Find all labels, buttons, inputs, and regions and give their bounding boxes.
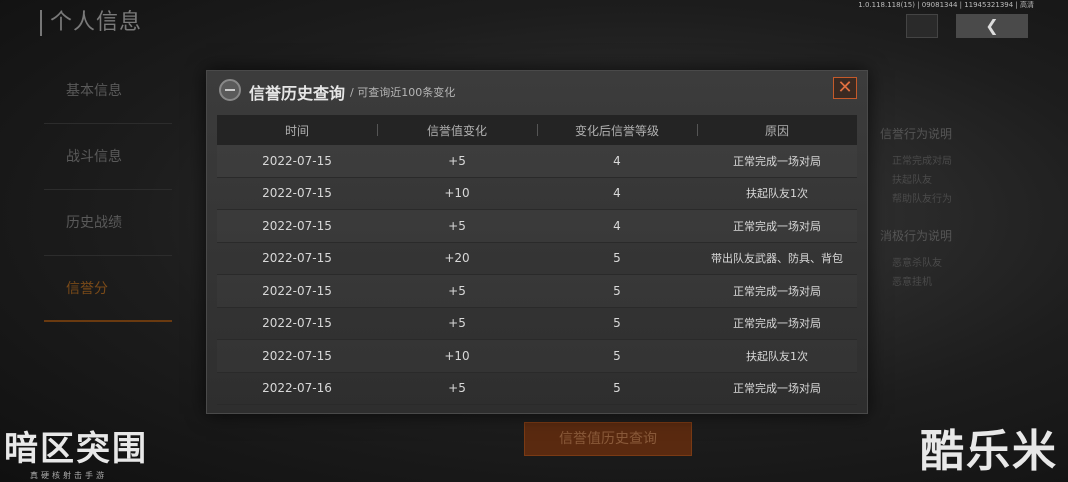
close-icon: ✕ xyxy=(837,77,853,98)
cell-level: 4 xyxy=(613,153,621,168)
page-title: 个人信息 xyxy=(40,10,142,36)
cell-reason: 正常完成一场对局 xyxy=(733,382,821,396)
cell-date: 2022-07-15 xyxy=(262,186,332,201)
table-body: 2022-07-15 +5 4 正常完成一场对局 2022-07-15 +10 … xyxy=(217,145,857,405)
cell-level: 5 xyxy=(613,348,621,363)
table-row: 2022-07-15 +20 5 带出队友武器、防具、背包 xyxy=(217,243,857,275)
cell-change: +10 xyxy=(444,186,470,201)
table-row: 2022-07-15 +5 5 正常完成一场对局 xyxy=(217,275,857,308)
credit-rules-panel: 信誉行为说明 正常完成对局 扶起队友 帮助队友行为 消极行为说明 恶意杀队友 恶… xyxy=(880,125,1030,310)
modal-header: 信誉历史查询 / 可查询近100条变化 ✕ xyxy=(207,71,867,109)
back-button[interactable]: ❮ xyxy=(956,14,1028,38)
cell-reason: 扶起队友1次 xyxy=(746,349,808,363)
cell-date: 2022-07-15 xyxy=(262,348,332,363)
sidebar-item-credit-score[interactable]: 信誉分 xyxy=(44,256,172,322)
cell-change: +5 xyxy=(448,218,466,233)
cell-level: 4 xyxy=(613,218,621,233)
cell-date: 2022-07-15 xyxy=(262,251,332,266)
cell-date: 2022-07-15 xyxy=(262,218,332,233)
cell-level: 5 xyxy=(613,316,621,331)
table-header: 时间 信誉值变化 变化后信誉等级 原因 xyxy=(217,115,857,145)
minus-circle-icon xyxy=(219,79,241,101)
table-row: 2022-07-15 +5 5 正常完成一场对局 xyxy=(217,308,857,340)
column-header-time: 时间 xyxy=(284,123,309,138)
table-row: 2022-07-15 +5 4 正常完成一场对局 xyxy=(217,145,857,178)
cell-date: 2022-07-16 xyxy=(262,381,332,396)
credit-history-query-button[interactable]: 信誉值历史查询 xyxy=(524,422,692,456)
column-header-reason: 原因 xyxy=(697,122,857,139)
cell-reason: 正常完成一场对局 xyxy=(733,219,821,233)
cell-change: +10 xyxy=(444,348,470,363)
rule-line: 恶意挂机 xyxy=(892,277,932,288)
close-button[interactable]: ✕ xyxy=(833,77,857,99)
cell-level: 4 xyxy=(613,186,621,201)
column-header-level: 变化后信誉等级 xyxy=(537,122,697,139)
game-logo-tagline: 真硬核射击手游 xyxy=(30,471,107,480)
sidebar-item-combat-info[interactable]: 战斗信息 xyxy=(44,124,172,190)
game-logo: 暗区突围 xyxy=(4,429,148,469)
cell-reason: 正常完成一场对局 xyxy=(733,154,821,168)
rule-line: 正常完成对局 xyxy=(892,156,952,167)
cell-level: 5 xyxy=(613,251,621,266)
rule-line: 恶意杀队友 xyxy=(892,258,942,269)
modal-subtitle: / 可查询近100条变化 xyxy=(350,86,456,99)
table-row: 2022-07-16 +5 5 正常完成一场对局 xyxy=(217,373,857,405)
cell-reason: 正常完成一场对局 xyxy=(733,317,821,331)
cell-change: +5 xyxy=(448,153,466,168)
credit-history-modal: 信誉历史查询 / 可查询近100条变化 ✕ 时间 信誉值变化 变化后信誉等级 原… xyxy=(206,70,868,414)
cell-change: +20 xyxy=(444,251,470,266)
column-header-change: 信誉值变化 xyxy=(377,122,537,139)
watermark: 酷乐米 xyxy=(920,426,1058,477)
modal-title: 信誉历史查询 xyxy=(249,84,346,103)
cell-date: 2022-07-15 xyxy=(262,283,332,298)
settings-icon[interactable] xyxy=(906,14,938,38)
version-text: 1.0.118.118(15) | 09081344 | 11945321394… xyxy=(858,1,1034,9)
sidebar-item-history[interactable]: 历史战绩 xyxy=(44,190,172,256)
cell-change: +5 xyxy=(448,381,466,396)
table-row: 2022-07-15 +10 4 扶起队友1次 xyxy=(217,178,857,210)
table-row: 2022-07-15 +10 5 扶起队友1次 xyxy=(217,340,857,373)
cell-change: +5 xyxy=(448,316,466,331)
rule-line: 扶起队友 xyxy=(892,175,932,186)
rule-line: 帮助队友行为 xyxy=(892,194,952,205)
cell-change: +5 xyxy=(448,283,466,298)
cell-date: 2022-07-15 xyxy=(262,316,332,331)
positive-rules-title: 信誉行为说明 xyxy=(880,127,953,141)
cell-reason: 带出队友武器、防具、背包 xyxy=(711,252,843,266)
negative-rules-title: 消极行为说明 xyxy=(880,229,953,243)
sidebar-item-basic-info[interactable]: 基本信息 xyxy=(44,58,172,124)
side-nav: 基本信息 战斗信息 历史战绩 信誉分 xyxy=(44,58,172,322)
cell-date: 2022-07-15 xyxy=(262,153,332,168)
cell-level: 5 xyxy=(613,283,621,298)
cell-reason: 正常完成一场对局 xyxy=(733,284,821,298)
cell-level: 5 xyxy=(613,381,621,396)
table-row: 2022-07-15 +5 4 正常完成一场对局 xyxy=(217,210,857,243)
credit-history-table: 时间 信誉值变化 变化后信誉等级 原因 2022-07-15 +5 4 正常完成… xyxy=(217,115,857,405)
cell-reason: 扶起队友1次 xyxy=(746,187,808,201)
